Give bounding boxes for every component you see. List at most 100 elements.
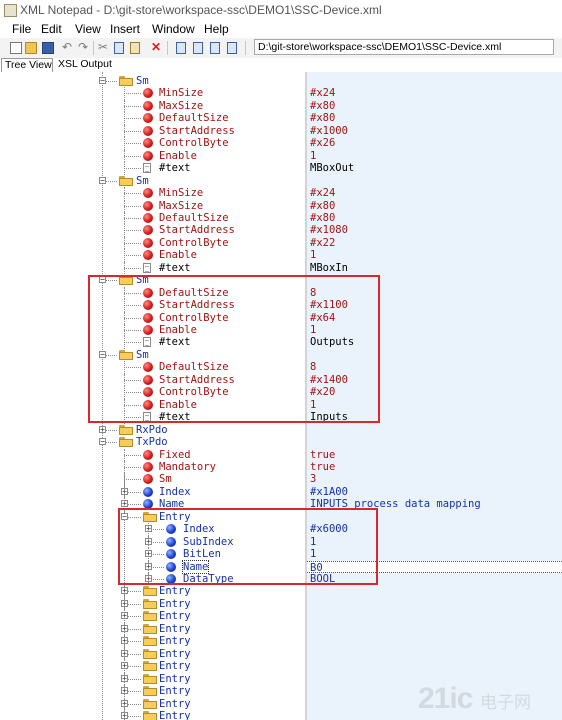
value-row[interactable]: true: [307, 449, 562, 462]
value-row[interactable]: #x80: [307, 112, 562, 125]
tree-node[interactable]: + Index: [0, 523, 305, 536]
tree-node[interactable]: Enable: [0, 324, 305, 337]
tree-node[interactable]: + RxPdo: [0, 424, 305, 437]
tree-node[interactable]: + Name: [0, 559, 305, 575]
menu-insert[interactable]: Insert: [110, 22, 140, 36]
tree-node[interactable]: + Entry: [0, 709, 305, 720]
tree-node[interactable]: + Entry: [0, 635, 305, 648]
tree-node[interactable]: ControlByte: [0, 236, 305, 250]
expand-icon[interactable]: +: [121, 711, 128, 719]
tree-node[interactable]: #text: [0, 336, 305, 349]
collapse-icon[interactable]: −: [99, 350, 106, 358]
value-row[interactable]: true: [307, 461, 562, 474]
new-icon[interactable]: [10, 42, 22, 54]
tree-node[interactable]: Mandatory: [0, 460, 305, 474]
expand-icon[interactable]: +: [121, 624, 128, 632]
collapse-icon[interactable]: −: [99, 176, 106, 184]
tree-node[interactable]: + SubIndex: [0, 535, 305, 549]
tree-node[interactable]: + BitLen: [0, 548, 305, 561]
expand-icon[interactable]: +: [121, 500, 128, 508]
tree-node[interactable]: DefaultSize: [0, 286, 305, 300]
tree-node[interactable]: Sm: [0, 473, 305, 486]
value-row[interactable]: [307, 424, 562, 437]
tree-node[interactable]: DefaultSize: [0, 112, 305, 125]
value-row[interactable]: #x1A00: [307, 486, 562, 499]
tree-pane[interactable]: − Sm MinSize MaxSize DefaultSize StartAddress…: [0, 72, 307, 720]
value-row[interactable]: #x1100: [307, 299, 562, 312]
value-row[interactable]: [307, 648, 562, 661]
tree-node[interactable]: Fixed: [0, 448, 305, 462]
value-row[interactable]: [307, 436, 562, 449]
tree-node[interactable]: − Sm: [0, 274, 305, 287]
value-row[interactable]: #x26: [307, 137, 562, 150]
tree-node[interactable]: − TxPdo: [0, 436, 305, 449]
nudge-down-icon[interactable]: [193, 42, 203, 54]
menu-view[interactable]: View: [75, 22, 101, 36]
tree-node[interactable]: + Entry: [0, 660, 305, 673]
redo-icon[interactable]: ↷: [78, 40, 88, 54]
tree-node[interactable]: + Entry: [0, 647, 305, 661]
value-row[interactable]: #x80: [307, 100, 562, 113]
value-row[interactable]: MBoxOut: [307, 162, 562, 175]
value-row[interactable]: 1: [307, 249, 562, 262]
value-row[interactable]: 8: [307, 361, 562, 374]
nudge-right-icon[interactable]: [227, 42, 237, 54]
tree-node[interactable]: + DataType: [0, 573, 305, 586]
collapse-icon[interactable]: −: [99, 438, 106, 446]
value-row[interactable]: BOOL: [307, 573, 562, 586]
expand-icon[interactable]: +: [121, 687, 128, 695]
expand-icon[interactable]: +: [121, 487, 128, 495]
value-row[interactable]: Inputs: [307, 411, 562, 424]
value-row[interactable]: [307, 610, 562, 623]
tree-node[interactable]: StartAddress: [0, 373, 305, 387]
undo-icon[interactable]: ↶: [62, 40, 72, 54]
expand-icon[interactable]: +: [121, 612, 128, 620]
expand-icon[interactable]: +: [121, 637, 128, 645]
value-row[interactable]: Outputs: [307, 336, 562, 349]
value-pane[interactable]: #x24 #x80 #x80 #x1000 #x26 1 MBoxOut #x24 #x80 #x…: [307, 72, 562, 720]
expand-icon[interactable]: +: [121, 662, 128, 670]
expand-icon[interactable]: +: [99, 425, 106, 433]
value-row[interactable]: MBoxIn: [307, 262, 562, 275]
value-row[interactable]: 1: [307, 324, 562, 337]
tree-node[interactable]: + Entry: [0, 685, 305, 698]
value-row[interactable]: 1: [307, 548, 562, 561]
cut-icon[interactable]: ✂: [98, 40, 108, 54]
value-row[interactable]: #x80: [307, 200, 562, 213]
value-row[interactable]: 1: [307, 399, 562, 412]
expand-icon[interactable]: +: [121, 649, 128, 657]
value-row[interactable]: #x80: [307, 212, 562, 225]
tree-node[interactable]: ControlByte: [0, 137, 305, 150]
collapse-icon[interactable]: −: [99, 77, 106, 85]
tree-node[interactable]: DefaultSize: [0, 211, 305, 225]
open-icon[interactable]: [25, 42, 37, 54]
menu-window[interactable]: Window: [152, 22, 195, 36]
tree-node[interactable]: Enable: [0, 149, 305, 163]
tree-node[interactable]: ControlByte: [0, 311, 305, 325]
save-icon[interactable]: [42, 42, 54, 54]
tree-node[interactable]: MaxSize: [0, 99, 305, 113]
paste-icon[interactable]: [130, 42, 140, 54]
expand-icon[interactable]: +: [145, 562, 152, 570]
tree-node[interactable]: + Entry: [0, 585, 305, 598]
tree-node[interactable]: − Entry: [0, 510, 305, 524]
tree-node[interactable]: StartAddress: [0, 224, 305, 237]
tree-node[interactable]: − Sm: [0, 349, 305, 362]
collapse-icon[interactable]: −: [121, 512, 128, 520]
value-row[interactable]: [307, 660, 562, 673]
value-row[interactable]: #x24: [307, 87, 562, 100]
expand-icon[interactable]: +: [121, 674, 128, 682]
value-row[interactable]: [307, 598, 562, 611]
tree-node[interactable]: Enable: [0, 249, 305, 262]
delete-icon[interactable]: ✕: [151, 40, 161, 54]
value-row[interactable]: [307, 511, 562, 524]
nudge-up-icon[interactable]: [176, 42, 186, 54]
value-row[interactable]: [307, 623, 562, 636]
tree-node[interactable]: #text: [0, 411, 305, 424]
value-row[interactable]: 8: [307, 287, 562, 300]
value-row[interactable]: 3: [307, 473, 562, 486]
tree-node[interactable]: StartAddress: [0, 299, 305, 312]
tab-tree-view[interactable]: Tree View: [1, 58, 53, 72]
value-row[interactable]: #x20: [307, 386, 562, 399]
tree-node[interactable]: − Sm: [0, 75, 305, 88]
